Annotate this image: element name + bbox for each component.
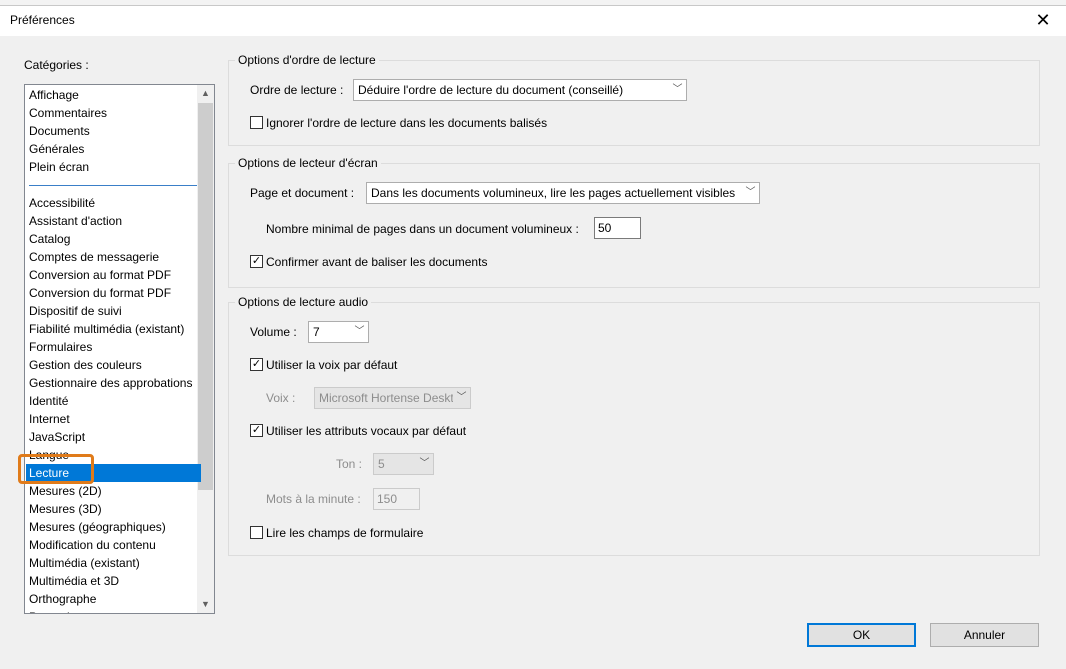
tone-value: 5 [378, 457, 385, 471]
default-voice-checkbox[interactable]: ✓ [250, 358, 263, 371]
category-item[interactable]: Protection [29, 608, 83, 613]
category-item[interactable]: Internet [29, 410, 70, 428]
confirm-tag-checkbox[interactable]: ✓ [250, 255, 263, 268]
voice-select: Microsoft Hortense Desktop ﹀ [314, 387, 471, 409]
categories-scrollbar[interactable]: ▲ ▼ [197, 85, 214, 613]
category-item[interactable]: Documents [29, 122, 90, 140]
wpm-label: Mots à la minute : [266, 492, 361, 506]
category-item[interactable]: Mesures (géographiques) [29, 518, 166, 536]
audio-legend: Options de lecture audio [238, 295, 369, 309]
volume-select[interactable]: 7 ﹀ [308, 321, 369, 343]
category-item[interactable]: Gestionnaire des approbations [29, 374, 192, 392]
voice-label: Voix : [266, 391, 296, 405]
category-item[interactable]: Assistant d'action [29, 212, 122, 230]
category-item[interactable]: Multimédia (existant) [29, 554, 140, 572]
default-attrs-label: Utiliser les attributs vocaux par défaut [266, 424, 467, 438]
min-pages-input[interactable]: 50 [594, 217, 641, 239]
chevron-down-icon: ﹀ [419, 458, 430, 469]
tone-label: Ton : [336, 457, 363, 471]
default-attrs-checkbox[interactable]: ✓ [250, 424, 263, 437]
tone-select: 5 ﹀ [373, 453, 434, 475]
category-item[interactable]: Conversion du format PDF [29, 284, 171, 302]
preferences-dialog: Préférences ✕ Catégories : ▲ ▼ Affichage… [0, 5, 1066, 669]
confirm-tag-label: Confirmer avant de baliser les documents [266, 255, 488, 269]
close-icon[interactable]: ✕ [1020, 6, 1066, 36]
category-item[interactable]: Accessibilité [29, 194, 95, 212]
category-item[interactable]: Catalog [29, 230, 70, 248]
category-item[interactable]: JavaScript [29, 428, 85, 446]
category-item[interactable]: Commentaires [29, 104, 107, 122]
cancel-button[interactable]: Annuler [930, 623, 1039, 647]
category-item[interactable]: Orthographe [29, 590, 96, 608]
page-document-value: Dans les documents volumineux, lire les … [371, 186, 736, 200]
chevron-down-icon: ﹀ [453, 388, 470, 408]
reading-order-label: Ordre de lecture : [250, 83, 344, 97]
category-item[interactable]: Comptes de messagerie [29, 248, 159, 266]
screen-reader-legend: Options de lecteur d'écran [238, 156, 378, 170]
reading-order-legend: Options d'ordre de lecture [238, 53, 376, 67]
reading-order-value: Déduire l'ordre de lecture du document (… [358, 83, 624, 97]
page-document-select[interactable]: Dans les documents volumineux, lire les … [366, 182, 760, 204]
reading-order-select[interactable]: Déduire l'ordre de lecture du document (… [353, 79, 687, 101]
ok-button[interactable]: OK [807, 623, 916, 647]
chevron-down-icon: ﹀ [354, 326, 365, 337]
category-item[interactable]: Mesures (2D) [29, 482, 102, 500]
scroll-down-icon[interactable]: ▼ [197, 596, 214, 613]
form-fields-checkbox[interactable] [250, 526, 263, 539]
category-item[interactable]: Générales [29, 140, 84, 158]
category-item[interactable]: Formulaires [29, 338, 92, 356]
dialog-title: Préférences [10, 13, 75, 27]
category-item[interactable]: Gestion des couleurs [29, 356, 142, 374]
page-document-label: Page et document : [250, 186, 355, 200]
categories-label: Catégories : [24, 58, 89, 72]
categories-separator [29, 185, 197, 186]
ignore-order-label: Ignorer l'ordre de lecture dans les docu… [266, 116, 548, 130]
wpm-input: 150 [373, 488, 420, 510]
scroll-up-icon[interactable]: ▲ [197, 85, 214, 102]
form-fields-label: Lire les champs de formulaire [266, 526, 424, 540]
title-bar: Préférences ✕ [0, 6, 1066, 36]
volume-value: 7 [313, 325, 320, 339]
volume-label: Volume : [250, 325, 297, 339]
category-item[interactable]: Identité [29, 392, 68, 410]
voice-value: Microsoft Hortense Desktop [319, 391, 468, 405]
selection-highlight-box [18, 454, 94, 484]
chevron-down-icon: ﹀ [672, 84, 683, 95]
chevron-down-icon: ﹀ [745, 187, 756, 198]
ignore-order-checkbox[interactable] [250, 116, 263, 129]
category-item[interactable]: Dispositif de suivi [29, 302, 122, 320]
category-item[interactable]: Affichage [29, 86, 79, 104]
category-item[interactable]: Modification du contenu [29, 536, 156, 554]
category-item[interactable]: Plein écran [29, 158, 89, 176]
category-item[interactable]: Conversion au format PDF [29, 266, 171, 284]
category-item[interactable]: Fiabilité multimédia (existant) [29, 320, 184, 338]
category-item[interactable]: Multimédia et 3D [29, 572, 119, 590]
min-pages-label: Nombre minimal de pages dans un document… [266, 222, 579, 236]
categories-list[interactable]: ▲ ▼ Affichage Commentaires Documents Généra… [24, 84, 215, 614]
category-item[interactable]: Mesures (3D) [29, 500, 102, 518]
scroll-thumb[interactable] [198, 103, 213, 490]
default-voice-label: Utiliser la voix par défaut [266, 358, 398, 372]
